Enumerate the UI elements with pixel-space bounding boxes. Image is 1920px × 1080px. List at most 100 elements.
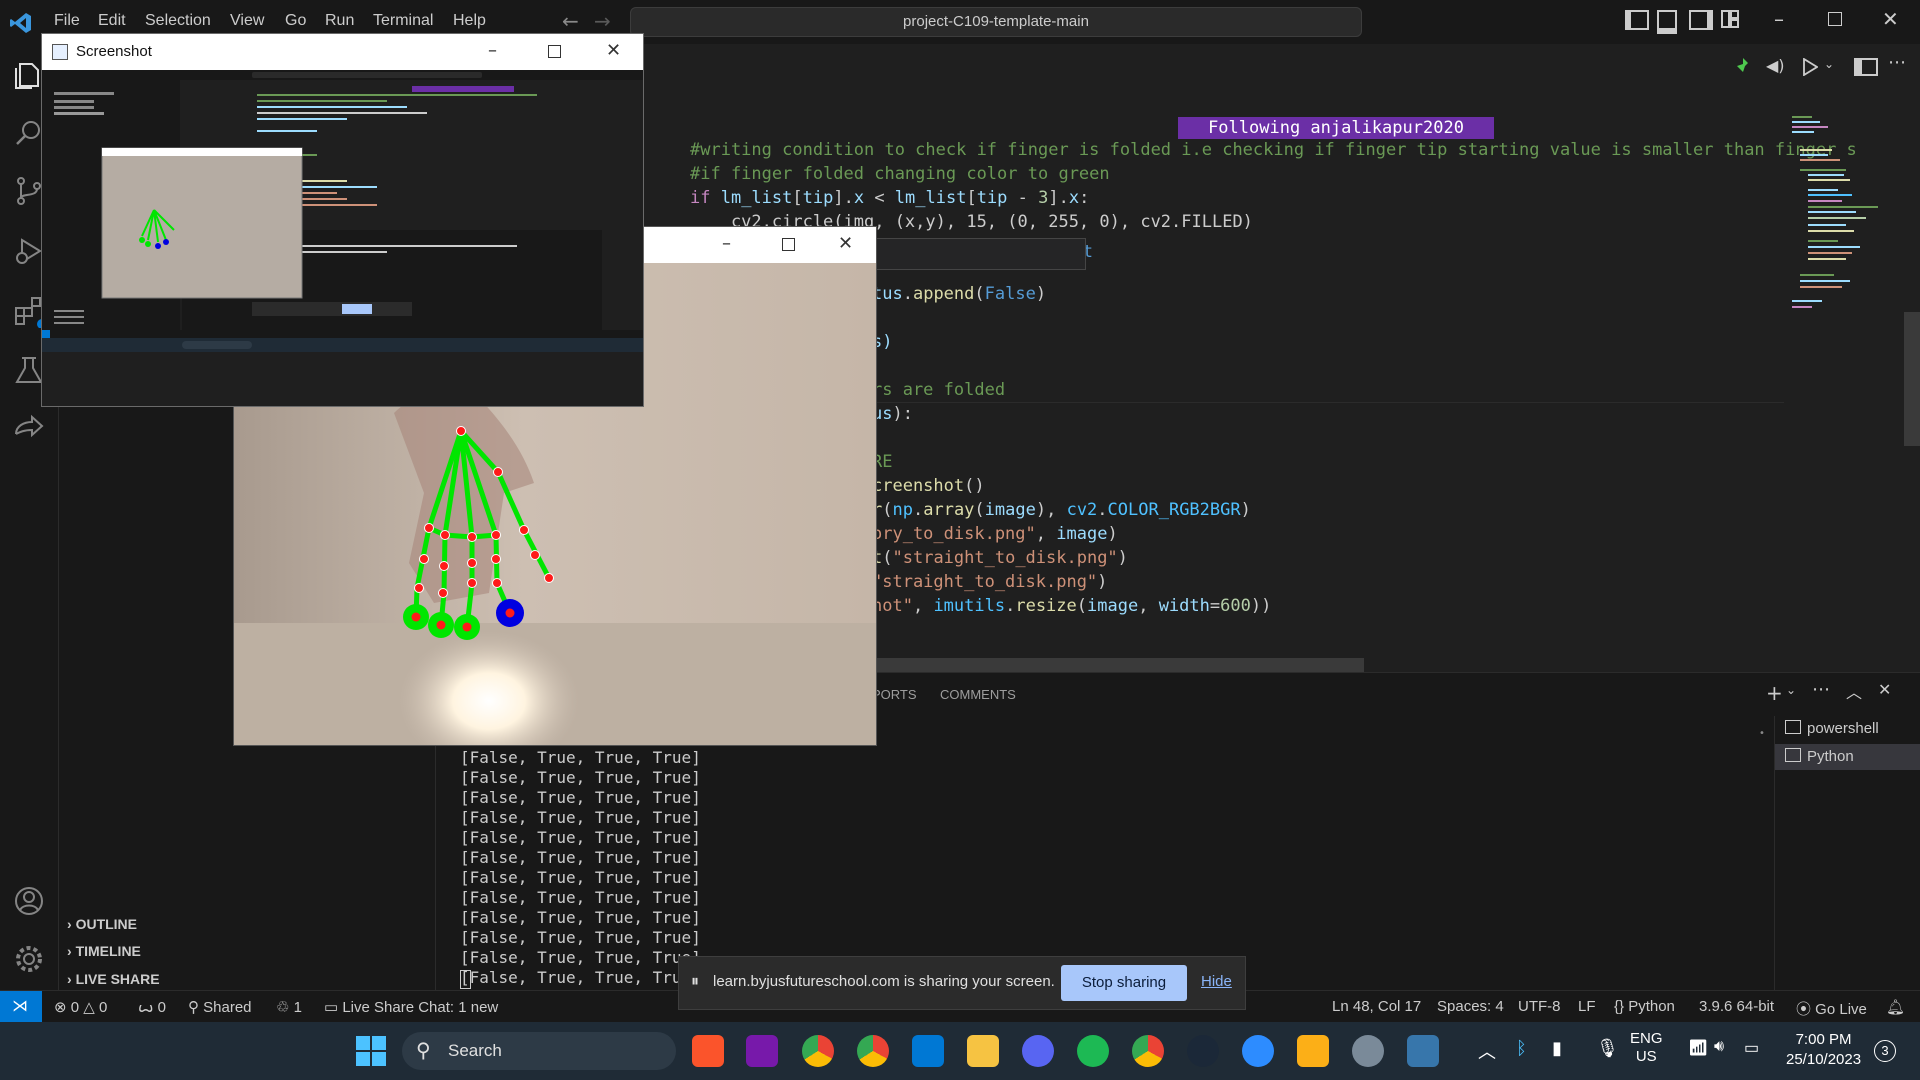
- menu-go[interactable]: Go: [285, 12, 306, 30]
- menu-file[interactable]: File: [54, 12, 80, 30]
- hand-close-icon[interactable]: ✕: [838, 233, 853, 254]
- hand-minimize-icon[interactable]: –: [722, 233, 731, 254]
- windows-start-icon[interactable]: [356, 1036, 386, 1066]
- panel-more-icon[interactable]: ⋯: [1812, 679, 1830, 700]
- screenshot-window[interactable]: Screenshot – ✕: [41, 33, 644, 407]
- outline-section[interactable]: › OUTLINE: [67, 916, 137, 932]
- close-panel-icon[interactable]: ✕: [1878, 680, 1891, 699]
- customize-layout-icon[interactable]: [1721, 10, 1739, 28]
- restore-icon[interactable]: [1828, 12, 1842, 26]
- menu-edit[interactable]: Edit: [98, 12, 126, 30]
- bluetooth-icon[interactable]: ᛒ: [1516, 1038, 1527, 1059]
- settings-taskbar-icon[interactable]: [1352, 1035, 1384, 1067]
- screenshot-maximize-icon[interactable]: [548, 45, 561, 58]
- code-token: ): [1117, 548, 1128, 568]
- pin-icon[interactable]: [1736, 58, 1750, 74]
- terminal-line: [False, True, True, True]: [460, 888, 701, 907]
- audio-mixer-icon[interactable]: ▮: [1552, 1038, 1562, 1059]
- chrome-profile-icon[interactable]: [857, 1035, 889, 1067]
- maximize-panel-icon[interactable]: ︿: [1846, 679, 1862, 703]
- minimap[interactable]: [1784, 114, 1900, 634]
- microphone-icon[interactable]: 🎙︎: [1596, 1038, 1619, 1059]
- screenshot-minimize-icon[interactable]: –: [488, 40, 497, 61]
- toggle-secondary-sidebar-icon[interactable]: [1689, 10, 1713, 30]
- chrome-secondary-icon[interactable]: [1132, 1035, 1164, 1067]
- toggle-panel-icon[interactable]: [1657, 10, 1677, 34]
- wifi-icon[interactable]: 📶︎: [1688, 1038, 1708, 1058]
- ports-indicator[interactable]: ꙍ 0: [138, 998, 166, 1016]
- settings-gear-icon[interactable]: [12, 942, 46, 976]
- discord-icon[interactable]: [1022, 1035, 1054, 1067]
- menu-terminal[interactable]: Terminal: [373, 12, 433, 30]
- volume-icon[interactable]: 🔊︎: [1714, 1038, 1724, 1056]
- live-share-section[interactable]: › LIVE SHARE: [67, 971, 160, 987]
- python-interpreter[interactable]: 3.9.6 64-bit: [1699, 998, 1774, 1015]
- python-taskbar-icon[interactable]: [1407, 1035, 1439, 1067]
- more-actions-icon[interactable]: ⋯: [1888, 52, 1906, 73]
- vscode-taskbar-icon[interactable]: [912, 1035, 944, 1067]
- language-mode[interactable]: {} Python: [1614, 998, 1675, 1015]
- notifications-bell-icon[interactable]: 🔔︎: [1886, 998, 1905, 1016]
- end-of-line[interactable]: LF: [1578, 998, 1596, 1015]
- cursor-position[interactable]: Ln 48, Col 17: [1332, 998, 1421, 1015]
- accounts-icon[interactable]: [12, 884, 46, 918]
- timeline-section[interactable]: › TIMELINE: [67, 943, 141, 959]
- stop-sharing-button[interactable]: Stop sharing: [1061, 965, 1187, 1001]
- rockstar-icon[interactable]: [1297, 1035, 1329, 1067]
- forward-arrow-icon[interactable]: →: [594, 9, 611, 33]
- file-explorer-icon[interactable]: [967, 1035, 999, 1067]
- command-center[interactable]: project-C109-template-main: [630, 7, 1362, 37]
- horizontal-scrollbar[interactable]: [840, 658, 1364, 672]
- encoding[interactable]: UTF-8: [1518, 998, 1561, 1015]
- live-share-chat[interactable]: ▭ Live Share Chat: 1 new: [324, 998, 498, 1016]
- code-token: -: [1007, 188, 1039, 208]
- problems-indicator[interactable]: ⊗ 0 △ 0: [54, 998, 107, 1016]
- broadcast-icon[interactable]: ◀): [1766, 56, 1785, 75]
- toggle-sidebar-icon[interactable]: [1625, 10, 1649, 30]
- terminal-line: [False, True, True, True]: [460, 828, 701, 847]
- vertical-scrollbar[interactable]: [1904, 312, 1920, 446]
- screenshot-titlebar[interactable]: Screenshot – ✕: [42, 34, 643, 70]
- remote-indicator-button[interactable]: ⋊: [0, 991, 42, 1023]
- live-share-icon[interactable]: [12, 412, 46, 446]
- hide-share-bar-link[interactable]: Hide: [1201, 973, 1232, 990]
- menu-selection[interactable]: Selection: [145, 12, 211, 30]
- terminal-entry-python[interactable]: Python: [1785, 748, 1854, 765]
- notification-count-badge[interactable]: 3: [1874, 1040, 1896, 1062]
- close-icon[interactable]: ✕: [1882, 7, 1899, 31]
- menu-help[interactable]: Help: [453, 12, 486, 30]
- chrome-icon[interactable]: [802, 1035, 834, 1067]
- language-indicator[interactable]: ENG US: [1630, 1030, 1663, 1066]
- run-file-icon[interactable]: [1802, 58, 1818, 76]
- zoom-icon[interactable]: [1242, 1035, 1274, 1067]
- indentation[interactable]: Spaces: 4: [1437, 998, 1504, 1015]
- menu-run[interactable]: Run: [325, 12, 354, 30]
- spotify-icon[interactable]: [1077, 1035, 1109, 1067]
- run-dropdown-chevron-icon[interactable]: ⌄: [1824, 57, 1834, 71]
- minimize-icon[interactable]: –: [1774, 7, 1784, 31]
- battery-icon[interactable]: ▭: [1744, 1038, 1759, 1058]
- brave-icon[interactable]: [692, 1035, 724, 1067]
- tab-ports[interactable]: PORTS: [872, 687, 917, 702]
- back-arrow-icon[interactable]: ←: [562, 9, 579, 33]
- tray-chevron-icon[interactable]: ︿: [1478, 1038, 1496, 1064]
- code-line: creenshot(): [872, 476, 985, 496]
- steam-icon[interactable]: [1187, 1035, 1219, 1067]
- onenote-icon[interactable]: [746, 1035, 778, 1067]
- split-editor-icon[interactable]: [1854, 58, 1878, 76]
- code-token: ,: [1035, 524, 1057, 544]
- live-share-status[interactable]: ⚲ Shared: [188, 998, 252, 1016]
- taskbar-search[interactable]: ⚲ Search: [402, 1032, 676, 1070]
- screenshot-close-icon[interactable]: ✕: [606, 40, 621, 61]
- hand-maximize-icon[interactable]: [782, 238, 795, 251]
- clock[interactable]: 7:00 PM 25/10/2023: [1786, 1030, 1861, 1070]
- terminal-dropdown-chevron-icon[interactable]: ⌄: [1786, 683, 1796, 697]
- terminal-entry-powershell[interactable]: powershell: [1785, 720, 1879, 737]
- go-live-button[interactable]: ⦿ Go Live: [1796, 998, 1867, 1019]
- new-terminal-icon[interactable]: +: [1766, 681, 1783, 705]
- sessions-indicator[interactable]: ♲ 1: [276, 998, 302, 1016]
- code-token: image: [1087, 596, 1139, 616]
- tab-comments[interactable]: COMMENTS: [940, 687, 1016, 702]
- menu-view[interactable]: View: [230, 12, 264, 30]
- code-line: if lm_list[tip].x < lm_list[tip - 3].x:: [690, 188, 1089, 208]
